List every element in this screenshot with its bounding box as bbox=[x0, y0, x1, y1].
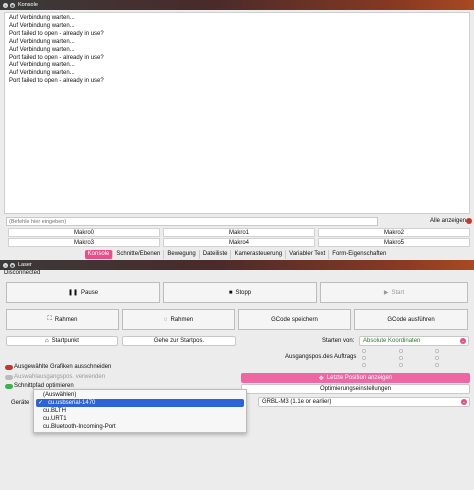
device-value: GRBL-M3 (1.1e or earlier) bbox=[262, 399, 332, 405]
frame-button[interactable]: ⛶ Rahmen bbox=[6, 309, 119, 330]
frame-label: Rahmen bbox=[54, 316, 78, 323]
pause-icon: ❚❚ bbox=[67, 290, 79, 296]
macro-2-button[interactable]: Makro2 bbox=[318, 228, 470, 237]
console-line: Port failed to open - already in use? bbox=[9, 78, 104, 85]
origin-radio-mr[interactable] bbox=[435, 356, 439, 360]
origin-radio-tl[interactable] bbox=[362, 349, 366, 353]
goto-start-button[interactable]: Gehe zur Startpos. bbox=[122, 336, 236, 346]
port-option[interactable]: cu.Bluetooth-Incoming-Port bbox=[34, 423, 246, 431]
device-select[interactable]: GRBL-M3 (1.1e or earlier) ⌄ bbox=[258, 397, 470, 407]
port-option-selected[interactable]: ✓ cu.usbserial-1470 bbox=[36, 399, 244, 407]
port-option[interactable]: cu.URT1 bbox=[34, 415, 246, 423]
use-selection-origin-toggle[interactable] bbox=[5, 375, 13, 380]
startpoint-label: Startpunkt bbox=[51, 338, 79, 344]
save-gcode-button[interactable]: GCode speichern bbox=[238, 309, 351, 330]
origin-radio-bl[interactable] bbox=[362, 363, 366, 367]
window-icon: ◉ bbox=[10, 2, 15, 8]
goto-start-label: Gehe zur Startpos. bbox=[153, 338, 205, 344]
laser-titlebar: × ◉ Laser bbox=[0, 260, 474, 270]
show-all-label: Alle anzeigen bbox=[430, 218, 467, 224]
devices-label: Geräte bbox=[11, 400, 30, 406]
console-titlebar: × ◉ Konsole bbox=[0, 0, 474, 10]
optimization-settings-label: Optimierungseinstellungen bbox=[319, 386, 392, 392]
circle-frame-icon: ◌ bbox=[163, 316, 168, 323]
connection-status: Disconnected bbox=[4, 270, 41, 276]
play-icon: ▶ bbox=[383, 290, 389, 296]
tab-form-eigenschaften[interactable]: Form-Eigenschaften bbox=[329, 250, 389, 259]
optimization-settings-button[interactable]: Optimierungseinstellungen bbox=[241, 384, 470, 394]
start-from-value: Absolute Koordinaten bbox=[363, 338, 421, 344]
run-gcode-label: GCode ausführen bbox=[387, 316, 435, 323]
tab-dateiliste[interactable]: Dateiliste bbox=[200, 250, 232, 259]
last-position-button[interactable]: ✥ Letzte Position anzeigen bbox=[241, 373, 470, 383]
tab-variabler-text[interactable]: Variabler Text bbox=[286, 250, 330, 259]
frame-circle-button[interactable]: ◌ Rahmen bbox=[122, 309, 235, 330]
port-option-selected-label: cu.usbserial-1470 bbox=[48, 400, 96, 406]
window-icon: ◉ bbox=[10, 262, 15, 268]
optimize-path-toggle[interactable] bbox=[5, 384, 13, 389]
start-button[interactable]: ▶ Start bbox=[320, 282, 468, 303]
tab-bar: Konsole Schnitte/Ebenen Bewegung Dateiliste… bbox=[0, 250, 474, 260]
origin-radio-br[interactable] bbox=[435, 363, 439, 367]
last-position-label: Letzte Position anzeigen bbox=[326, 375, 393, 381]
close-icon[interactable]: × bbox=[3, 2, 8, 8]
start-label: Start bbox=[391, 289, 405, 296]
pause-button[interactable]: ❚❚ Pause bbox=[6, 282, 160, 303]
port-dropdown-menu: (Auswählen) ✓ cu.usbserial-1470 cu.BLTH … bbox=[33, 389, 247, 433]
frame-icon: ⛶ bbox=[47, 316, 52, 322]
port-option[interactable]: (Auswählen) bbox=[34, 391, 246, 399]
tab-kamerasteuerung[interactable]: Kamerasteuerung bbox=[231, 250, 287, 259]
use-selection-origin-label: Auswahlausgangspos. verwenden bbox=[14, 374, 106, 380]
chevron-down-icon: ⌄ bbox=[460, 338, 466, 344]
console-line: Auf Verbindung warten... bbox=[9, 38, 75, 45]
origin-radio-tc[interactable] bbox=[399, 349, 403, 353]
macro-4-button[interactable]: Makro4 bbox=[163, 238, 315, 247]
macro-0-button[interactable]: Makro0 bbox=[8, 228, 160, 237]
stop-button[interactable]: ■ Stopp bbox=[163, 282, 317, 303]
checkmark-icon: ✓ bbox=[38, 400, 44, 406]
macro-3-button[interactable]: Makro3 bbox=[8, 238, 160, 247]
console-line: Port failed to open - already in use? bbox=[9, 54, 104, 61]
job-origin-label: Ausgangspos.des Auftrags bbox=[285, 354, 357, 360]
console-line: Auf Verbindung warten... bbox=[9, 70, 75, 77]
console-output: Auf Verbindung warten... Auf Verbindung w… bbox=[4, 12, 470, 214]
cut-selected-toggle[interactable] bbox=[5, 365, 13, 370]
pause-label: Pause bbox=[81, 289, 99, 296]
origin-radio-mc[interactable] bbox=[399, 356, 403, 360]
console-line: Port failed to open - already in use? bbox=[9, 30, 104, 37]
command-input[interactable] bbox=[6, 217, 378, 226]
tab-bewegung[interactable]: Bewegung bbox=[164, 250, 200, 259]
console-line: Auf Verbindung warten... bbox=[9, 22, 75, 29]
save-gcode-label: GCode speichern bbox=[271, 316, 318, 323]
console-line: Auf Verbindung warten... bbox=[9, 15, 75, 21]
home-icon: ⌂ bbox=[45, 338, 49, 344]
tab-konsole[interactable]: Konsole bbox=[84, 250, 114, 259]
port-option[interactable]: cu.BLTH bbox=[34, 407, 246, 415]
console-window-title: Konsole bbox=[18, 2, 38, 8]
show-all-checkbox[interactable] bbox=[466, 218, 472, 224]
close-icon[interactable]: × bbox=[3, 262, 8, 268]
crosshair-icon: ✥ bbox=[318, 375, 324, 382]
tab-schnitte-ebenen[interactable]: Schnitte/Ebenen bbox=[113, 250, 165, 259]
macro-5-button[interactable]: Makro5 bbox=[318, 238, 470, 247]
start-from-label: Starten von: bbox=[322, 338, 355, 344]
cut-selected-label: Ausgewählte Grafiken ausschneiden bbox=[14, 364, 112, 370]
run-gcode-button[interactable]: GCode ausführen bbox=[354, 309, 468, 330]
stop-icon: ■ bbox=[228, 289, 233, 296]
startpoint-button[interactable]: ⌂ Startpunkt bbox=[6, 336, 118, 346]
macro-1-button[interactable]: Makro1 bbox=[163, 228, 315, 237]
origin-radio-bc[interactable] bbox=[399, 363, 403, 367]
laser-window-title: Laser bbox=[18, 262, 32, 268]
console-line: Auf Verbindung warten... bbox=[9, 62, 75, 69]
console-line: Auf Verbindung warten... bbox=[9, 46, 75, 53]
origin-radio-tr[interactable] bbox=[435, 349, 439, 353]
origin-radio-ml[interactable] bbox=[362, 356, 366, 360]
stop-label: Stopp bbox=[235, 289, 252, 296]
start-from-select[interactable]: Absolute Koordinaten ⌄ bbox=[359, 336, 469, 346]
chevron-down-icon: ⌄ bbox=[461, 399, 467, 405]
frame-circle-label: Rahmen bbox=[170, 316, 194, 323]
